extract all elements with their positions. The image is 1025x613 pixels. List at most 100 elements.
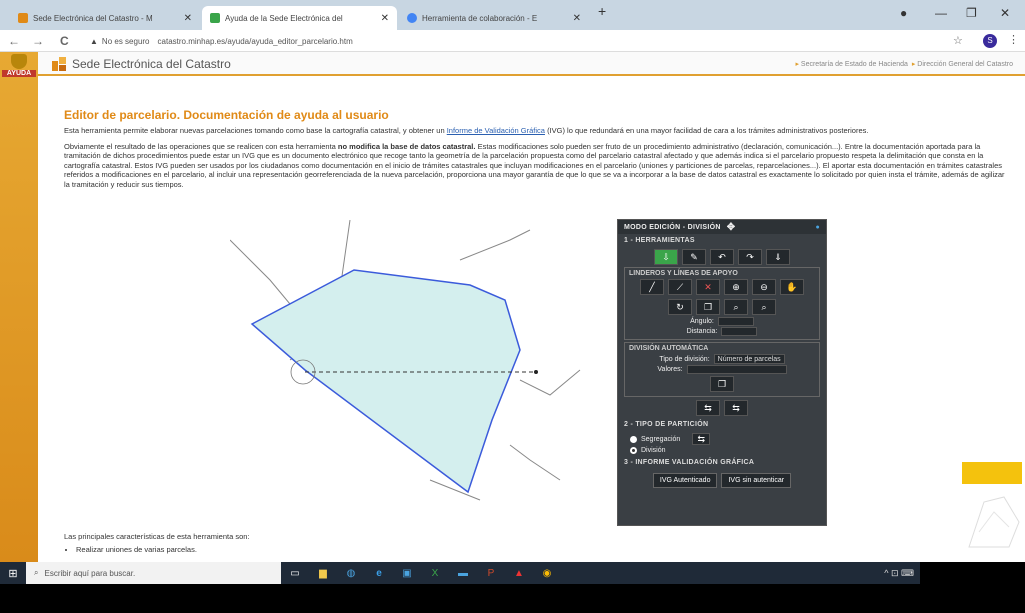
next-button[interactable]: ⇆ <box>724 400 748 416</box>
intro-paragraph: Esta herramienta permite elaborar nuevas… <box>64 126 869 135</box>
link-direccion[interactable]: Dirección General del Catastro <box>917 61 1013 68</box>
start-button[interactable]: ⊞ <box>0 567 26 580</box>
division-point <box>534 370 538 374</box>
system-tray[interactable]: ^ ⊡ ⌨ <box>884 568 914 579</box>
copy-button[interactable]: ❐ <box>696 299 720 315</box>
maximize-button[interactable]: ❐ <box>966 6 977 20</box>
catastro-logo-icon <box>52 57 66 71</box>
close-icon[interactable]: ✕ <box>184 13 192 24</box>
pan-button[interactable]: ✋ <box>780 279 804 295</box>
radio-label: Segregación <box>641 435 681 443</box>
mail-icon[interactable]: ▬ <box>449 562 477 584</box>
detail-paragraph: Obviamente el resultado de las operacion… <box>64 141 1005 189</box>
chrome-icon[interactable]: ◉ <box>533 562 561 584</box>
distance-label: Distancia: <box>686 328 718 335</box>
web-page: AYUDA Sede Electrónica del Catastro ▸ Se… <box>0 52 1025 562</box>
new-tab-button[interactable]: + <box>598 3 606 19</box>
left-sidebar: AYUDA <box>0 52 38 562</box>
back-button[interactable]: ← <box>8 34 20 48</box>
segregation-icon[interactable]: ⇆ <box>692 433 711 445</box>
site-title[interactable]: Sede Electrónica del Catastro <box>72 57 231 71</box>
move-icon[interactable]: ✥ <box>727 222 736 233</box>
people-icon[interactable]: ◍ <box>337 562 365 584</box>
header-links: ▸ Secretaría de Estado de Hacienda ▸ Dir… <box>795 61 1013 68</box>
ayuda-label: AYUDA <box>2 70 36 77</box>
task-view-icon[interactable]: ▭ <box>281 562 309 584</box>
tab-label: Sede Electrónica del Catastro - M <box>33 13 153 23</box>
profile-avatar[interactable]: S <box>983 34 997 48</box>
bookmark-star-icon[interactable]: ☆ <box>953 34 963 47</box>
screen: Sede Electrónica del Catastro - M ✕ Ayud… <box>0 0 1025 613</box>
warning-icon: ▲ <box>90 36 98 46</box>
close-icon[interactable]: ✕ <box>381 13 389 24</box>
map-boundary-line <box>459 229 531 261</box>
powerpoint-icon[interactable]: P <box>477 562 505 584</box>
taskbar-search[interactable]: ⌕ Escribir aquí para buscar. <box>26 562 281 584</box>
search-button[interactable]: ⌕ <box>724 299 748 315</box>
erase-tool-button[interactable]: ✎ <box>682 249 706 265</box>
features-section: Las principales características de esta … <box>64 532 250 554</box>
reload-button[interactable]: C <box>60 34 69 48</box>
map-watermark-icon <box>968 496 1020 548</box>
info-icon[interactable]: ● <box>815 224 820 231</box>
draw-line-button[interactable]: ╱ <box>640 279 664 295</box>
prev-button[interactable]: ⇆ <box>696 400 720 416</box>
forward-button[interactable]: → <box>32 34 44 48</box>
radio-segregacion[interactable]: Segregación ⇆ <box>630 433 814 445</box>
close-window-button[interactable]: ✕ <box>1000 6 1010 20</box>
store-icon[interactable]: ▣ <box>393 562 421 584</box>
zoom-in-button[interactable]: ⊕ <box>724 279 748 295</box>
select-tool-button[interactable]: ⇩ <box>654 249 678 265</box>
values-label: Valores: <box>657 366 683 373</box>
map-boundary-line <box>509 444 561 481</box>
close-icon[interactable]: ✕ <box>573 13 581 24</box>
acrobat-icon[interactable]: ▲ <box>505 562 533 584</box>
undo-button[interactable]: ↶ <box>710 249 734 265</box>
download-button[interactable]: ⇓ <box>766 249 790 265</box>
browser-menu-icon[interactable]: ⋮ <box>1008 33 1019 46</box>
tab-herramienta[interactable]: Herramienta de colaboración - E ✕ <box>399 6 589 30</box>
ivg-link[interactable]: Informe de Validación Gráfica <box>447 126 545 135</box>
search-placeholder: Escribir aquí para buscar. <box>44 568 136 578</box>
division-type-select[interactable]: Número de parcelas <box>713 354 785 364</box>
values-input[interactable] <box>686 365 787 374</box>
angle-input[interactable] <box>717 317 754 326</box>
zoom-out-button[interactable]: ⊖ <box>752 279 776 295</box>
minimize-button[interactable]: — <box>935 6 947 20</box>
rotate-button[interactable]: ↻ <box>668 299 692 315</box>
angle-label: Ángulo: <box>690 318 714 325</box>
delete-line-button[interactable]: ✕ <box>696 279 720 295</box>
tab-label: Herramienta de colaboración - E <box>422 13 538 23</box>
division-auto-section: DIVISIÓN AUTOMÁTICA Tipo de división: Núm… <box>624 342 820 397</box>
radio-division[interactable]: División <box>630 447 814 454</box>
redo-button[interactable]: ↷ <box>738 249 762 265</box>
draw-support-button[interactable]: ⟋ <box>668 279 692 295</box>
partition-section-title: 2 - TIPO DE PARTICIÓN <box>624 421 709 428</box>
browser-tab-bar: Sede Electrónica del Catastro - M ✕ Ayud… <box>0 0 1025 30</box>
linderos-title[interactable]: LINDEROS Y LÍNEAS DE APOYO <box>629 270 815 277</box>
ivg-authenticated-button[interactable]: IVG Autenticado <box>652 473 718 488</box>
apply-division-button[interactable]: ❐ <box>710 376 734 392</box>
linderos-section: LINDEROS Y LÍNEAS DE APOYO ╱ ⟋ ✕ ⊕ ⊖ ✋ ↻… <box>624 267 820 340</box>
tab-ayuda[interactable]: Ayuda de la Sede Electrónica del ✕ <box>202 6 397 30</box>
record-icon[interactable]: ● <box>900 6 907 20</box>
search-icon: ⌕ <box>34 568 39 577</box>
ivg-section-title: 3 - INFORME VALIDACIÓN GRÁFICA <box>624 459 755 466</box>
edit-panel: MODO EDICIÓN - DIVISIÓN ✥ ● 1 - HERRAMIE… <box>617 219 827 526</box>
edge-icon[interactable]: e <box>365 562 393 584</box>
tab-catastro[interactable]: Sede Electrónica del Catastro - M ✕ <box>10 6 200 30</box>
search-alt-button[interactable]: ⌕ <box>752 299 776 315</box>
file-explorer-icon[interactable]: ▆ <box>309 562 337 584</box>
url-text: catastro.minhap.es/ayuda/ayuda_editor_pa… <box>157 36 353 46</box>
excel-icon[interactable]: X <box>421 562 449 584</box>
division-auto-title[interactable]: DIVISIÓN AUTOMÁTICA <box>629 345 815 352</box>
ivg-unauthenticated-button[interactable]: IVG sin autenticar <box>721 473 792 488</box>
radio-dot[interactable] <box>630 435 637 443</box>
spain-government-logo-icon <box>962 462 1022 484</box>
panel-title: MODO EDICIÓN - DIVISIÓN <box>624 223 721 231</box>
distance-input[interactable] <box>721 327 758 336</box>
radio-dot-selected[interactable] <box>630 447 637 454</box>
url-field[interactable]: ▲ No es seguro catastro.minhap.es/ayuda/… <box>90 33 930 49</box>
link-secretaria[interactable]: Secretaría de Estado de Hacienda <box>801 61 908 68</box>
parcel-map-illustration <box>230 220 581 501</box>
